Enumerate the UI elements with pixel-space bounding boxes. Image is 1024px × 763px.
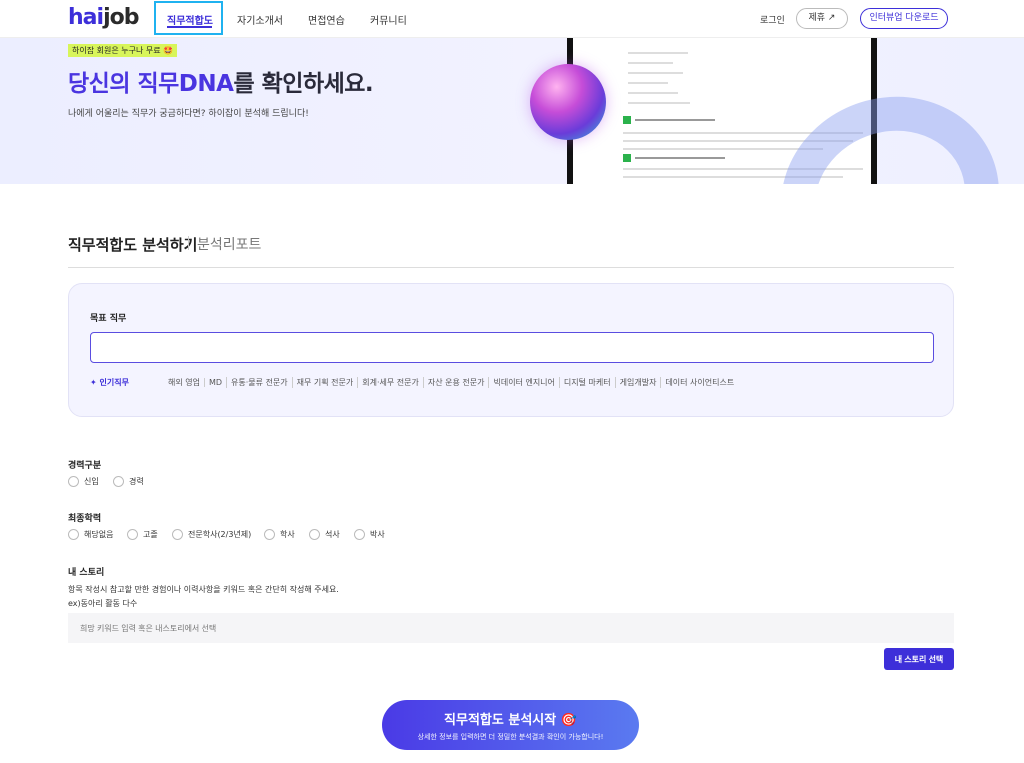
hero-banner: 하이잡 회원은 누구나 무료 🤩 당신의 직무DNA를 확인하세요. 나에게 어… (0, 38, 1024, 184)
job-chip[interactable]: 디지털 마케터 (558, 377, 615, 388)
my-story-select-button[interactable]: 내 스토리 선택 (884, 648, 954, 670)
interviewup-download-button[interactable]: 인터뷰업 다운로드 (860, 8, 948, 29)
nav-cover-letter[interactable]: 자기소개서 (237, 12, 283, 27)
logo-job: job (103, 5, 139, 30)
job-chip[interactable]: 빅데이터 엔지니어 (488, 377, 558, 388)
nav-interview-practice[interactable]: 면접연습 (308, 12, 345, 27)
banner-subtitle: 나에게 어울리는 직무가 궁금하다면? 하이잡이 분석해 드립니다! (68, 109, 309, 119)
login-link[interactable]: 로그인 (760, 13, 785, 26)
radio-master[interactable]: 석사 (309, 529, 340, 540)
radio-label: 학사 (280, 530, 295, 539)
job-chip[interactable]: 데이터 사이언티스트 (660, 377, 738, 388)
job-chip[interactable]: 자산 운용 전문가 (422, 377, 489, 388)
radio-circle[interactable] (354, 529, 365, 540)
job-chip[interactable]: 게임개발자 (614, 377, 661, 388)
section-divider (68, 267, 954, 268)
story-label: 내 스토리 (68, 568, 105, 578)
radio-circle[interactable] (68, 476, 79, 487)
nav-job-fit[interactable]: 직무적합도 (167, 12, 213, 27)
tab-report[interactable]: 분석리포트 (197, 234, 261, 254)
start-analysis-title: 직무적합도 분석시작 🎯 (444, 713, 577, 728)
target-job-label: 목표 직무 (90, 314, 127, 324)
story-keyword-input[interactable] (68, 613, 954, 643)
story-example: ex)동아리 활동 다수 (68, 599, 138, 608)
radio-none[interactable]: 해당없음 (68, 529, 113, 540)
gradient-orb-graphic (530, 64, 606, 140)
active-nav-underline (167, 26, 212, 28)
job-chip[interactable]: 회계·세무 전문가 (357, 377, 423, 388)
popular-job-chips: 해외 영업 MD 유통·물류 전문가 재무 기획 전문가 회계·세무 전문가 자산 운용 … (164, 377, 738, 388)
haijob-logo[interactable]: haijob (68, 5, 139, 30)
banner-title: 당신의 직무DNA를 확인하세요. (68, 64, 374, 98)
tab-analyze[interactable]: 직무적합도 분석하기 (68, 234, 197, 255)
radio-circle[interactable] (309, 529, 320, 540)
start-analysis-subtitle: 상세한 정보를 입력하면 더 정밀한 분석결과 확인이 가능합니다! (417, 733, 604, 741)
sparkle-icon: ✦ (90, 378, 100, 387)
job-chip[interactable]: MD (203, 378, 226, 387)
radio-new[interactable]: 신입 (68, 476, 99, 487)
target-job-input[interactable] (90, 332, 934, 363)
story-description: 항목 작성시 참고할 만한 경험이나 이력사항을 키워드 혹은 간단히 작성해 … (68, 585, 339, 594)
tab-divider (188, 236, 189, 250)
career-label: 경력구분 (68, 461, 102, 471)
radio-label: 전문학사(2/3년제) (188, 530, 252, 539)
radio-doctorate[interactable]: 박사 (354, 529, 385, 540)
radio-label: 경력 (129, 477, 144, 486)
radio-label: 박사 (370, 530, 385, 539)
job-chip[interactable]: 재무 기획 전문가 (291, 377, 358, 388)
radio-label: 고졸 (143, 530, 158, 539)
radio-label: 해당없음 (84, 530, 114, 539)
radio-label: 석사 (325, 530, 340, 539)
radio-label: 신입 (84, 477, 99, 486)
popular-jobs-text: 인기직무 (99, 378, 129, 387)
job-chip[interactable]: 유통·물류 전문가 (226, 377, 292, 388)
nav-community[interactable]: 커뮤니티 (370, 12, 407, 27)
radio-circle[interactable] (68, 529, 79, 540)
radio-circle[interactable] (172, 529, 183, 540)
job-chip[interactable]: 해외 영업 (164, 377, 204, 388)
radio-highschool[interactable]: 고졸 (127, 529, 158, 540)
radio-experienced[interactable]: 경력 (113, 476, 144, 487)
free-badge: 하이잡 회원은 누구나 무료 🤩 (68, 44, 178, 57)
top-header: haijob 직무적합도 자기소개서 면접연습 커뮤니티 로그인 제휴 ↗ 인터… (0, 0, 1024, 38)
radio-associate[interactable]: 전문학사(2/3년제) (172, 529, 251, 540)
banner-title-highlight: 당신의 직무DNA (68, 71, 234, 97)
radio-circle[interactable] (113, 476, 124, 487)
radio-bachelor[interactable]: 학사 (264, 529, 295, 540)
education-label: 최종학력 (68, 514, 102, 524)
banner-title-rest: 를 확인하세요. (233, 71, 374, 97)
target-job-panel: 목표 직무 ✦ 인기직무 해외 영업 MD 유통·물류 전문가 재무 기획 전문가 회계… (68, 283, 954, 417)
popular-jobs-label: ✦ 인기직무 (90, 377, 129, 388)
radio-circle[interactable] (127, 529, 138, 540)
radio-circle[interactable] (264, 529, 275, 540)
partner-button[interactable]: 제휴 ↗ (796, 8, 848, 29)
start-analysis-button[interactable]: 직무적합도 분석시작 🎯 상세한 정보를 입력하면 더 정밀한 분석결과 확인이… (382, 700, 639, 750)
logo-hai: hai (68, 5, 104, 30)
